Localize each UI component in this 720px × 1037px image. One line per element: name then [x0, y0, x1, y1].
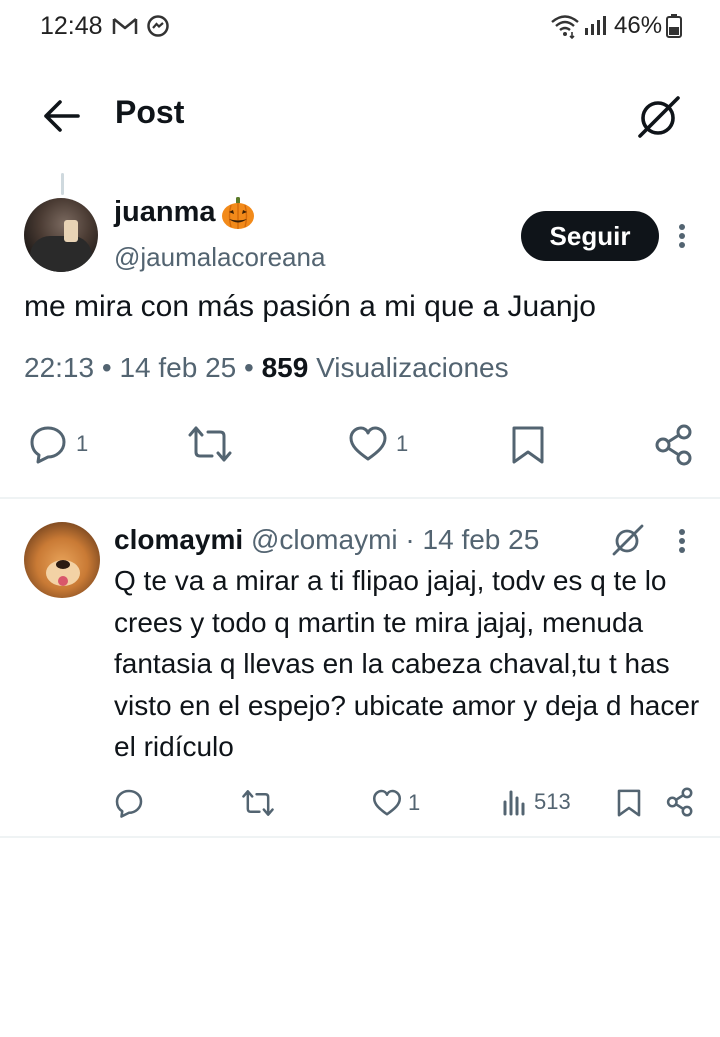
bookmark-icon [512, 426, 544, 464]
divider [0, 836, 720, 838]
more-options-icon[interactable] [672, 220, 692, 252]
reply-avatar[interactable] [24, 522, 100, 598]
avatar[interactable] [24, 198, 98, 272]
reply-share-button[interactable] [666, 787, 694, 817]
heart-icon [372, 789, 402, 816]
bookmark-button[interactable] [510, 424, 546, 466]
reply-bookmark-button[interactable] [616, 788, 642, 818]
like-button[interactable]: 1 [348, 424, 408, 464]
avatar-nose [56, 560, 70, 569]
divider [0, 497, 720, 499]
reply-views-button[interactable]: 513 [502, 788, 571, 816]
meta-separator: • [244, 352, 262, 383]
grok-icon[interactable] [634, 92, 684, 142]
author-name[interactable]: juanma [114, 196, 216, 229]
messenger-icon [147, 15, 169, 37]
views-count: 859 [261, 352, 309, 383]
reply-views-count: 513 [534, 789, 571, 814]
reply-button[interactable]: 1 [28, 424, 88, 464]
status-bar: 12:48 46% [0, 0, 720, 56]
post-date: 14 feb 25 [119, 352, 237, 383]
reply-repost-button[interactable] [242, 788, 274, 818]
avatar-tongue [58, 576, 68, 586]
page-title: Post [115, 94, 185, 130]
reply-like-count: 1 [408, 790, 421, 815]
heart-icon [349, 426, 387, 461]
battery-percent: 46% [614, 12, 663, 39]
reply-icon [30, 426, 66, 464]
thread-line [61, 173, 64, 195]
reply-reply-button[interactable] [114, 788, 144, 818]
reply-text: Q te va a mirar a ti flipao jajaj, todv … [114, 565, 700, 762]
avatar-phone [64, 220, 78, 242]
repost-icon [242, 790, 274, 816]
analytics-icon [503, 790, 525, 816]
reply-header: clomaymi @clomaymi · 14 feb 25 [114, 524, 539, 556]
reply-separator: · [405, 524, 415, 555]
gmail-icon [112, 18, 138, 34]
share-button[interactable] [654, 424, 694, 466]
top-bar: Post [0, 80, 720, 150]
share-icon [655, 424, 692, 466]
post-meta: 22:13 • 14 feb 25 • 859 Visualizaciones [24, 352, 509, 384]
follow-button[interactable]: Seguir [521, 211, 659, 261]
reply-date[interactable]: 14 feb 25 [423, 524, 540, 555]
wifi-icon [551, 15, 579, 39]
reply-icon [115, 789, 143, 818]
grok-icon[interactable] [610, 522, 646, 558]
bookmark-icon [617, 789, 641, 817]
reply-count: 1 [76, 431, 89, 456]
status-time: 12:48 [40, 12, 103, 40]
pumpkin-emoji-icon [222, 197, 254, 229]
post-time: 22:13 [24, 352, 95, 383]
reply-more-options-icon[interactable] [672, 526, 692, 556]
battery-icon [666, 14, 682, 38]
reply-author-name[interactable]: clomaymi [114, 524, 243, 555]
arrow-left-icon[interactable] [40, 94, 84, 138]
views-label: Visualizaciones [316, 352, 509, 383]
post-text: me mira con más pasión a mi que a Juanjo [24, 290, 596, 323]
repost-button[interactable] [188, 424, 232, 464]
author-handle[interactable]: @jaumalacoreana [114, 242, 325, 273]
like-count: 1 [396, 431, 409, 456]
repost-icon [188, 426, 232, 462]
reply-like-button[interactable]: 1 [372, 788, 420, 818]
reply-author-handle[interactable]: @clomaymi [251, 524, 398, 555]
meta-separator: • [101, 352, 120, 383]
signal-icon [585, 16, 606, 35]
share-icon [666, 787, 693, 817]
avatar-shirt [30, 236, 92, 272]
